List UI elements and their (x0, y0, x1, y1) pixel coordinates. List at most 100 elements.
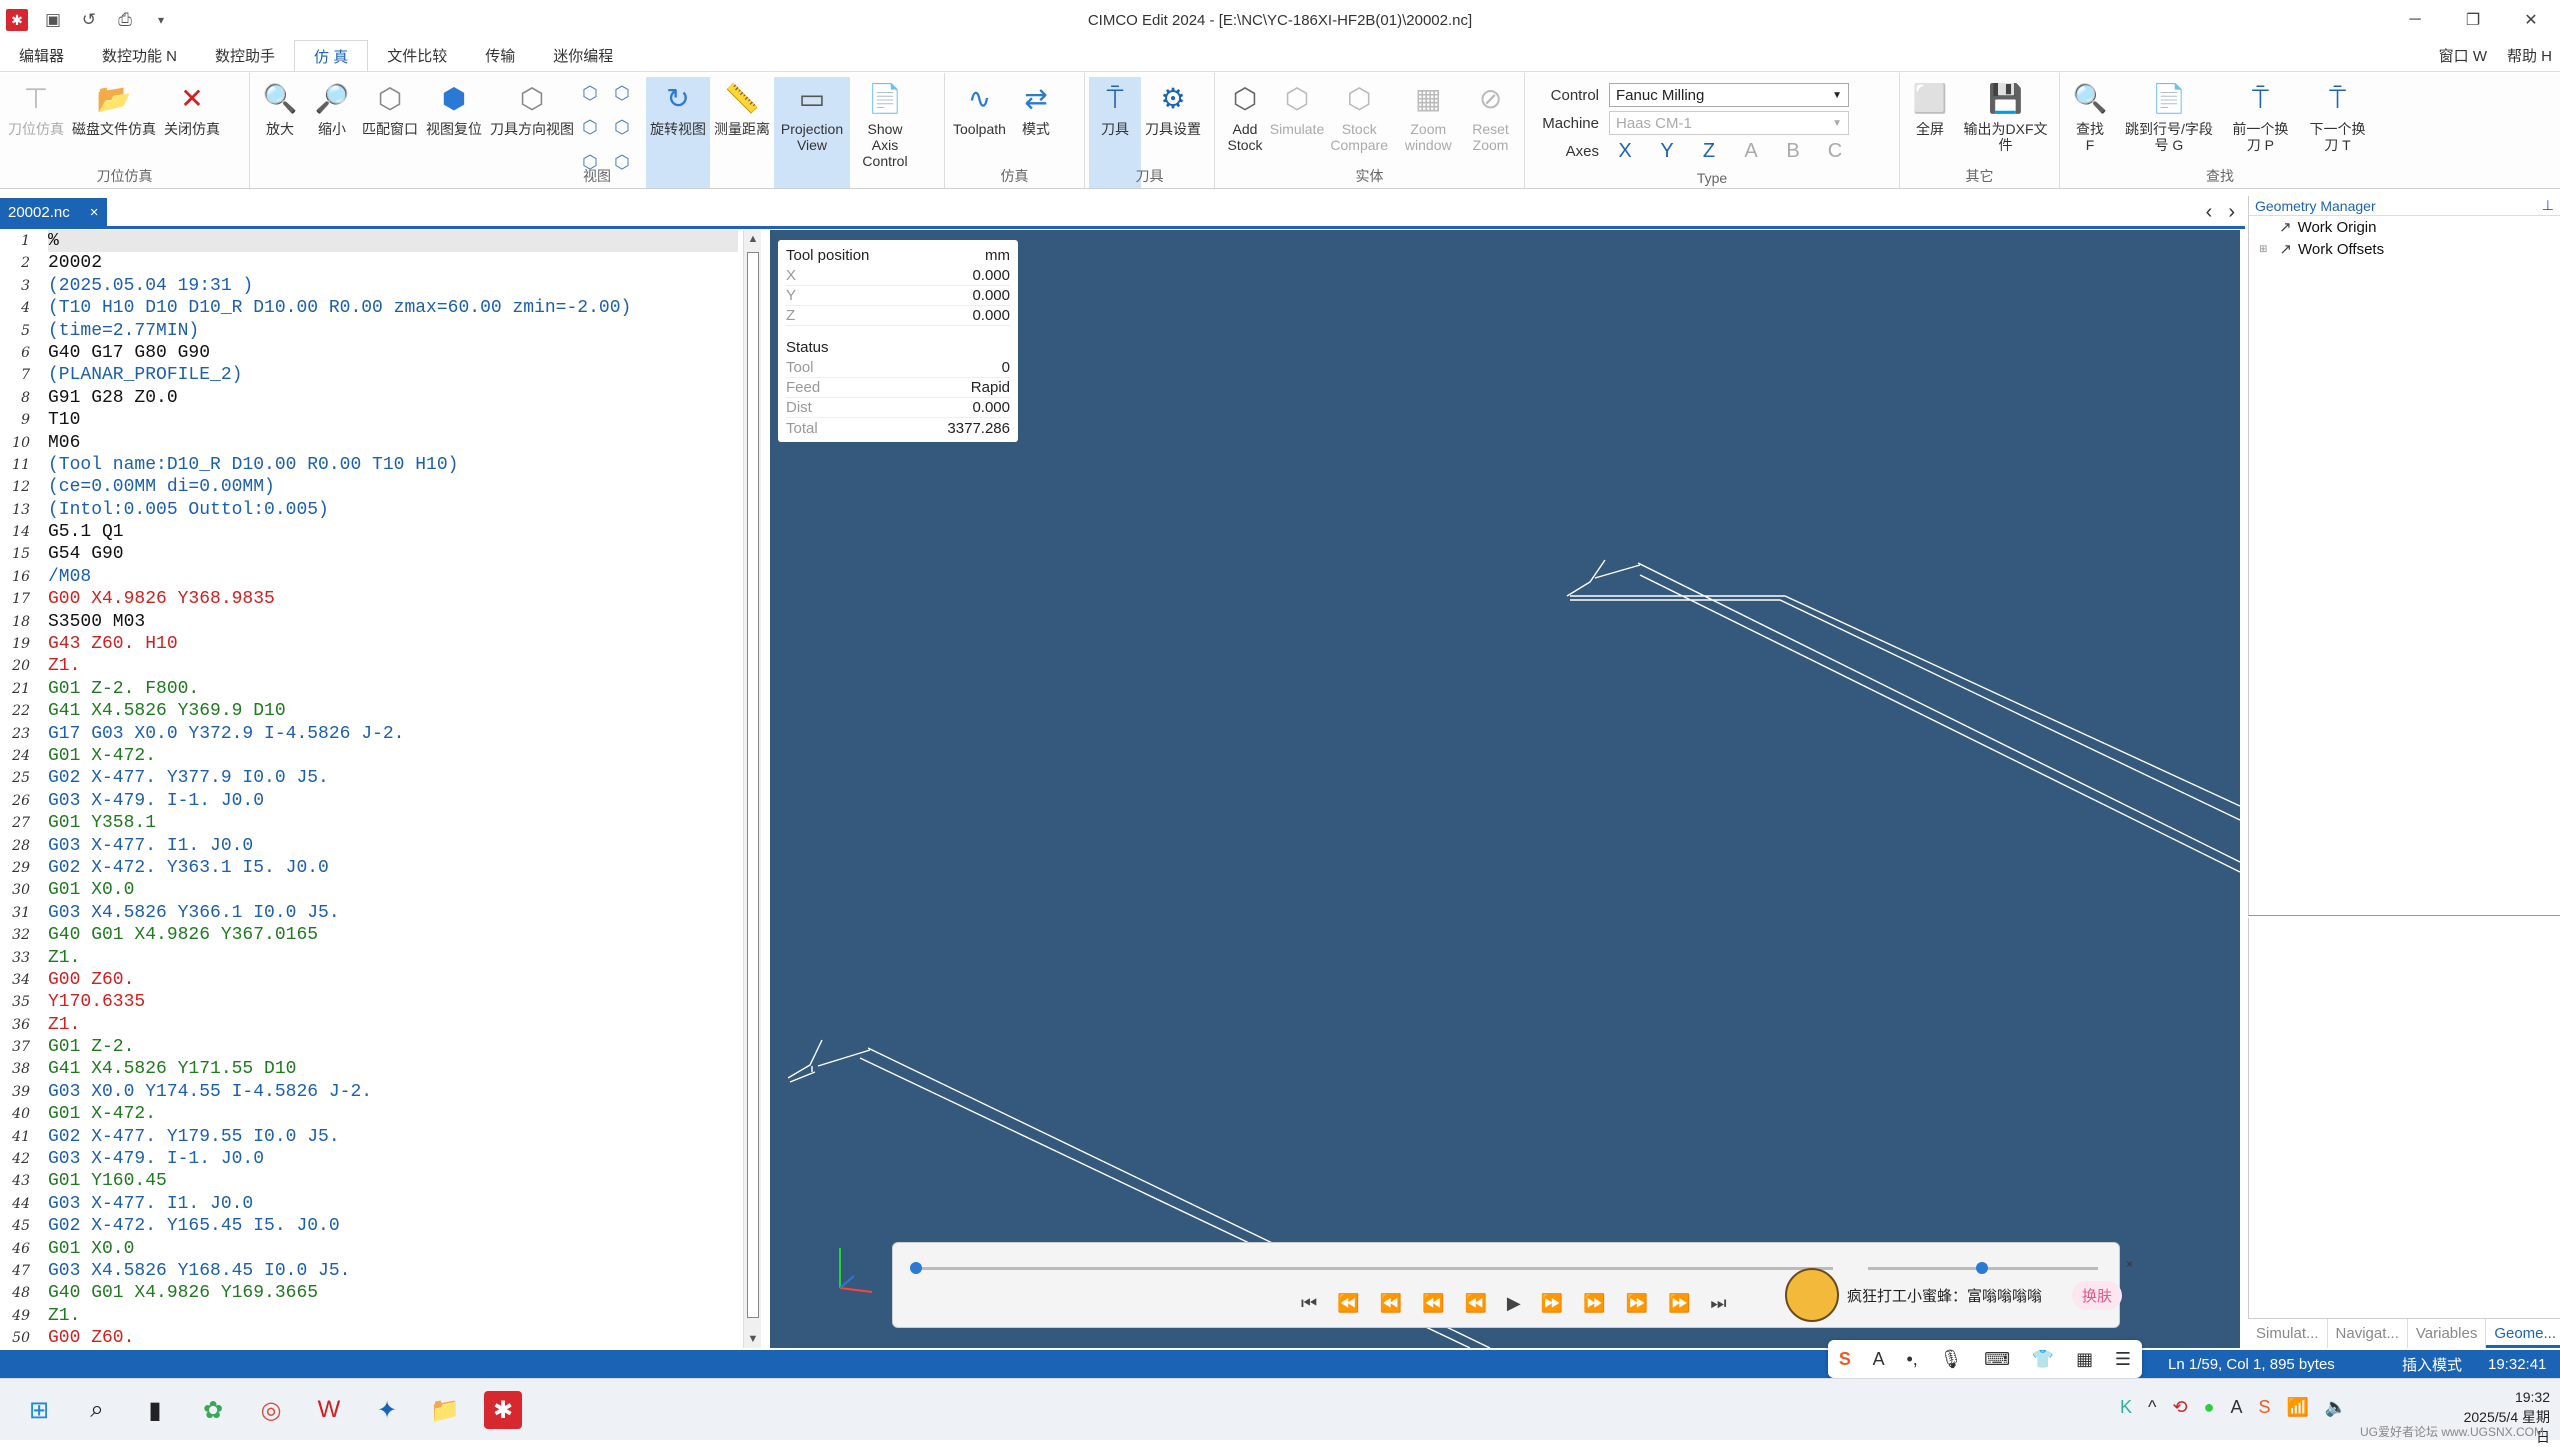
code-line[interactable]: G01 Y358.1 (48, 812, 738, 834)
task-view-icon[interactable]: ▮ (136, 1391, 174, 1429)
close-icon[interactable]: ✕ (2502, 0, 2560, 40)
progress-knob[interactable] (910, 1262, 922, 1274)
code-line[interactable]: M06 (48, 432, 738, 454)
code-line[interactable]: Y170.6335 (48, 991, 738, 1013)
wps-icon[interactable]: W (310, 1391, 348, 1429)
code-line[interactable]: G54 G90 (48, 543, 738, 565)
document-tab[interactable]: 20002.nc × (0, 198, 107, 226)
ime-more-icon[interactable]: ☰ (2115, 1349, 2131, 1370)
go-to-end-icon[interactable]: ⏭ (1710, 1293, 1726, 1314)
tray-sogou-icon[interactable]: S (2258, 1397, 2270, 1418)
axis-c-toggle[interactable]: C (1819, 140, 1851, 163)
file-explorer-icon[interactable]: 📁 (426, 1391, 464, 1429)
code-line[interactable]: G00 Z60. (48, 1327, 738, 1348)
print-icon[interactable]: ⎙ (114, 9, 136, 31)
code-line[interactable]: G03 X-479. I-1. J0.0 (48, 1148, 738, 1170)
work-offsets-item[interactable]: ⊞ ↗ Work Offsets (2249, 238, 2560, 260)
code-line[interactable]: G40 G01 X4.9826 Y367.0165 (48, 924, 738, 946)
axis-x-toggle[interactable]: X (1609, 140, 1641, 163)
prev-operation-icon[interactable]: ⏪ (1380, 1293, 1402, 1314)
tray-wechat-icon[interactable]: ● (2204, 1397, 2215, 1418)
work-origin-item[interactable]: ↗ Work Origin (2249, 216, 2560, 238)
chevron-left-icon[interactable]: ‹ (2206, 201, 2213, 224)
menu-tab-editor[interactable]: 编辑器 (0, 40, 83, 71)
view-right-icon[interactable]: ⬡ (614, 117, 642, 147)
chevron-right-icon[interactable]: › (2228, 201, 2235, 224)
code-line[interactable]: G03 X-477. I1. J0.0 (48, 1193, 738, 1215)
nx-app-icon[interactable]: ✦ (368, 1391, 406, 1429)
scroll-down-icon[interactable]: ▼ (744, 1330, 762, 1348)
menu-tab-nc-assistant[interactable]: 数控助手 (196, 40, 294, 71)
expand-icon[interactable]: ⊞ (2259, 244, 2267, 255)
code-line[interactable]: G5.1 Q1 (48, 521, 738, 543)
code-line[interactable]: G01 X0.0 (48, 1238, 738, 1260)
code-line[interactable]: G91 G28 Z0.0 (48, 387, 738, 409)
code-line[interactable]: (Intol:0.005 Outtol:0.005) (48, 499, 738, 521)
cimco-app-icon[interactable]: ✱ (484, 1391, 522, 1429)
code-line[interactable]: G01 X0.0 (48, 879, 738, 901)
menu-tab-transfer[interactable]: 传输 (466, 40, 534, 71)
search-icon[interactable]: ⌕ (78, 1391, 116, 1429)
kingsoft-icon[interactable]: K (2120, 1397, 2132, 1418)
code-line[interactable]: G41 X4.5826 Y171.55 D10 (48, 1058, 738, 1080)
app-logo-icon[interactable]: ✱ (6, 9, 28, 31)
simulation-viewport[interactable]: Tool position mm X 0.000 Y 0.000 Z 0.000 Sta… (770, 230, 2240, 1348)
restore-icon[interactable]: ❐ (2444, 0, 2502, 40)
control-select[interactable]: Fanuc Milling ▼ (1609, 83, 1849, 107)
step-forward-icon[interactable]: ⏩ (1541, 1293, 1563, 1314)
skin-icon[interactable]: 👕 (2032, 1349, 2054, 1370)
code-line[interactable]: T10 (48, 409, 738, 431)
next-move-icon[interactable]: ⏩ (1583, 1293, 1605, 1314)
widgets-icon[interactable]: ✿ (194, 1391, 232, 1429)
prev-move-icon[interactable]: ⏪ (1422, 1293, 1444, 1314)
toolbox-icon[interactable]: ▦ (2076, 1349, 2093, 1370)
code-line[interactable]: G41 X4.5826 Y369.9 D10 (48, 700, 738, 722)
code-line[interactable]: % (48, 230, 738, 253)
code-line[interactable]: G01 X-472. (48, 1103, 738, 1125)
player-close-icon[interactable]: × (2126, 1257, 2133, 1271)
code-line[interactable]: (Tool name:D10_R D10.00 R0.00 T10 H10) (48, 454, 738, 476)
code-line[interactable]: (T10 H10 D10 D10_R D10.00 R0.00 zmax=60.… (48, 297, 738, 319)
tray-expand-icon[interactable]: ^ (2148, 1397, 2156, 1418)
code-line[interactable]: (PLANAR_PROFILE_2) (48, 364, 738, 386)
menu-tab-mini-programming[interactable]: 迷你编程 (534, 40, 632, 71)
code-line[interactable]: G01 Y160.45 (48, 1170, 738, 1192)
code-line[interactable]: G01 X-472. (48, 745, 738, 767)
scrollbar-thumb[interactable] (747, 252, 759, 1318)
code-line[interactable]: G40 G01 X4.9826 Y169.3665 (48, 1282, 738, 1304)
code-line[interactable]: (time=2.77MIN) (48, 320, 738, 342)
code-line[interactable]: (ce=0.00MM di=0.00MM) (48, 476, 738, 498)
sogou-logo-icon[interactable]: S (1839, 1349, 1851, 1370)
next-tool-change-icon[interactable]: ⏩ (1668, 1293, 1690, 1314)
code-line[interactable]: Z1. (48, 947, 738, 969)
code-line[interactable]: G02 X-477. Y179.55 I0.0 J5. (48, 1126, 738, 1148)
microphone-icon[interactable]: 🎙 (1940, 1349, 1963, 1370)
menu-tab-file-compare[interactable]: 文件比较 (368, 40, 466, 71)
code-line[interactable]: G01 Z-2. F800. (48, 678, 738, 700)
code-line[interactable]: (2025.05.04 19:31 ) (48, 275, 738, 297)
view-front-icon[interactable]: ⬡ (614, 83, 642, 113)
code-line[interactable]: G00 X4.9826 Y368.9835 (48, 588, 738, 610)
step-back-icon[interactable]: ⏪ (1464, 1293, 1486, 1314)
minimize-icon[interactable]: ─ (2386, 0, 2444, 40)
code-line[interactable]: Z1. (48, 1305, 738, 1327)
code-line[interactable]: G43 Z60. H10 (48, 633, 738, 655)
ime-indicator-icon[interactable]: A (2230, 1397, 2242, 1418)
tab-variables[interactable]: Variables (2408, 1319, 2487, 1348)
play-icon[interactable]: ▶ (1507, 1293, 1521, 1314)
ime-punctuation-icon[interactable]: •, (1906, 1349, 1917, 1370)
keyboard-icon[interactable]: ⌨ (1984, 1349, 2010, 1370)
tab-simulation[interactable]: Simulat... (2248, 1319, 2328, 1348)
tab-navigator[interactable]: Navigat... (2328, 1319, 2408, 1348)
code-line[interactable]: G03 X4.5826 Y168.45 I0.0 J5. (48, 1260, 738, 1282)
start-windows-icon[interactable]: ⊞ (20, 1391, 58, 1429)
volume-icon[interactable]: 🔈 (2325, 1397, 2347, 1418)
save-icon[interactable]: ▣ (42, 9, 64, 31)
code-line[interactable]: /M08 (48, 566, 738, 588)
close-tab-icon[interactable]: × (90, 204, 99, 221)
machine-select[interactable]: Haas CM-1 ▼ (1609, 111, 1849, 135)
wifi-icon[interactable]: 📶 (2286, 1397, 2308, 1418)
pin-icon[interactable]: ⊥ (2542, 197, 2554, 214)
ime-language-icon[interactable]: A (1873, 1349, 1885, 1370)
tab-geometry[interactable]: Geome... (2486, 1319, 2560, 1348)
